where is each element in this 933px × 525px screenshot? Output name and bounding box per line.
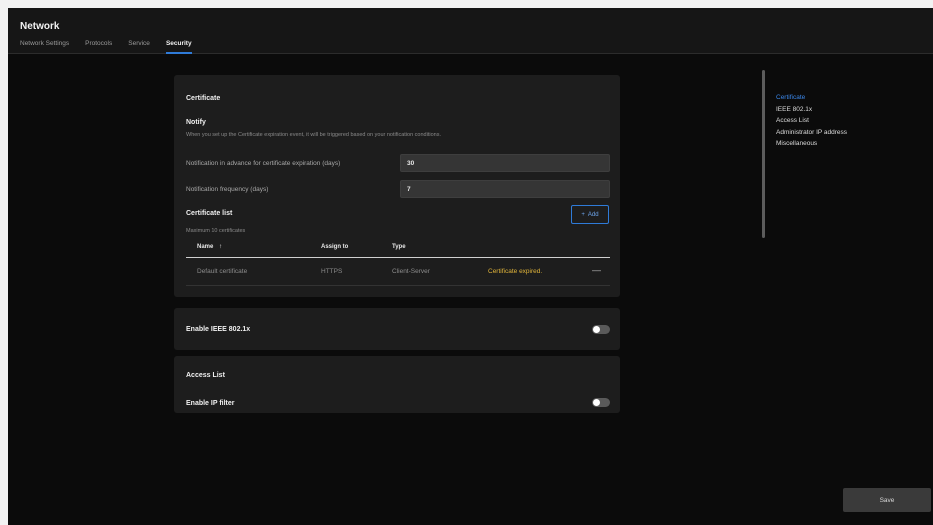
page-title: Network <box>20 21 60 32</box>
certificate-list-subtitle: Maximum 10 certificates <box>186 228 246 234</box>
table-header-divider <box>186 257 610 258</box>
side-nav-admin-ip[interactable]: Administrator IP address <box>776 127 847 139</box>
frequency-days-label: Notification frequency (days) <box>186 186 269 193</box>
advance-days-input[interactable]: 30 <box>400 154 610 172</box>
plus-icon: + <box>581 211 585 218</box>
cell-name: Default certificate <box>197 268 248 275</box>
certificate-list-heading: Certificate list <box>186 210 233 217</box>
side-nav-access-list[interactable]: Access List <box>776 115 847 127</box>
ieee-panel: Enable IEEE 802.1x <box>174 308 620 350</box>
certificate-heading: Certificate <box>186 95 221 102</box>
ieee-toggle[interactable] <box>592 325 610 334</box>
tab-security[interactable]: Security <box>165 38 192 54</box>
side-nav-ieee[interactable]: IEEE 802.1x <box>776 104 847 116</box>
row-divider <box>186 285 610 286</box>
tab-service[interactable]: Service <box>128 38 150 54</box>
more-options-icon[interactable]: — <box>592 265 601 275</box>
notify-description: When you set up the Certificate expirati… <box>186 132 441 138</box>
cell-type: Client-Server <box>392 268 430 275</box>
advance-days-value: 30 <box>407 160 415 167</box>
column-header-name[interactable]: Name ↑ <box>197 244 222 250</box>
column-header-assign-to: Assign to <box>321 244 349 250</box>
tab-network-settings[interactable]: Network Settings <box>20 38 69 54</box>
header: Network Network Settings Protocols Servi… <box>8 8 933 54</box>
notify-heading: Notify <box>186 119 206 126</box>
side-nav: Certificate IEEE 802.1x Access List Admi… <box>776 92 847 150</box>
ieee-label: Enable IEEE 802.1x <box>186 326 251 333</box>
column-header-type: Type <box>392 244 406 250</box>
app-window: Network Network Settings Protocols Servi… <box>8 8 933 525</box>
add-certificate-button[interactable]: + Add <box>571 205 609 224</box>
access-list-panel: Access List Enable IP filter <box>174 356 620 413</box>
cell-assign-to: HTTPS <box>321 268 343 275</box>
add-label: Add <box>587 211 599 218</box>
status-badge: Certificate expired. <box>488 268 543 275</box>
ip-filter-toggle[interactable] <box>592 398 610 407</box>
side-nav-scroll-indicator <box>762 70 765 238</box>
side-nav-certificate[interactable]: Certificate <box>776 92 847 104</box>
frequency-days-value: 7 <box>407 186 411 193</box>
save-button[interactable]: Save <box>843 488 931 512</box>
side-nav-misc[interactable]: Miscellaneous <box>776 138 847 150</box>
sort-arrow-icon: ↑ <box>219 244 223 250</box>
ip-filter-label: Enable IP filter <box>186 400 235 407</box>
frequency-days-input[interactable]: 7 <box>400 180 610 198</box>
advance-days-label: Notification in advance for certificate … <box>186 160 341 167</box>
certificate-panel: Certificate Notify When you set up the C… <box>174 75 620 297</box>
tab-protocols[interactable]: Protocols <box>85 38 112 54</box>
column-name-label: Name <box>197 244 214 250</box>
access-list-heading: Access List <box>186 372 225 379</box>
tab-bar: Network Settings Protocols Service Secur… <box>20 38 192 54</box>
